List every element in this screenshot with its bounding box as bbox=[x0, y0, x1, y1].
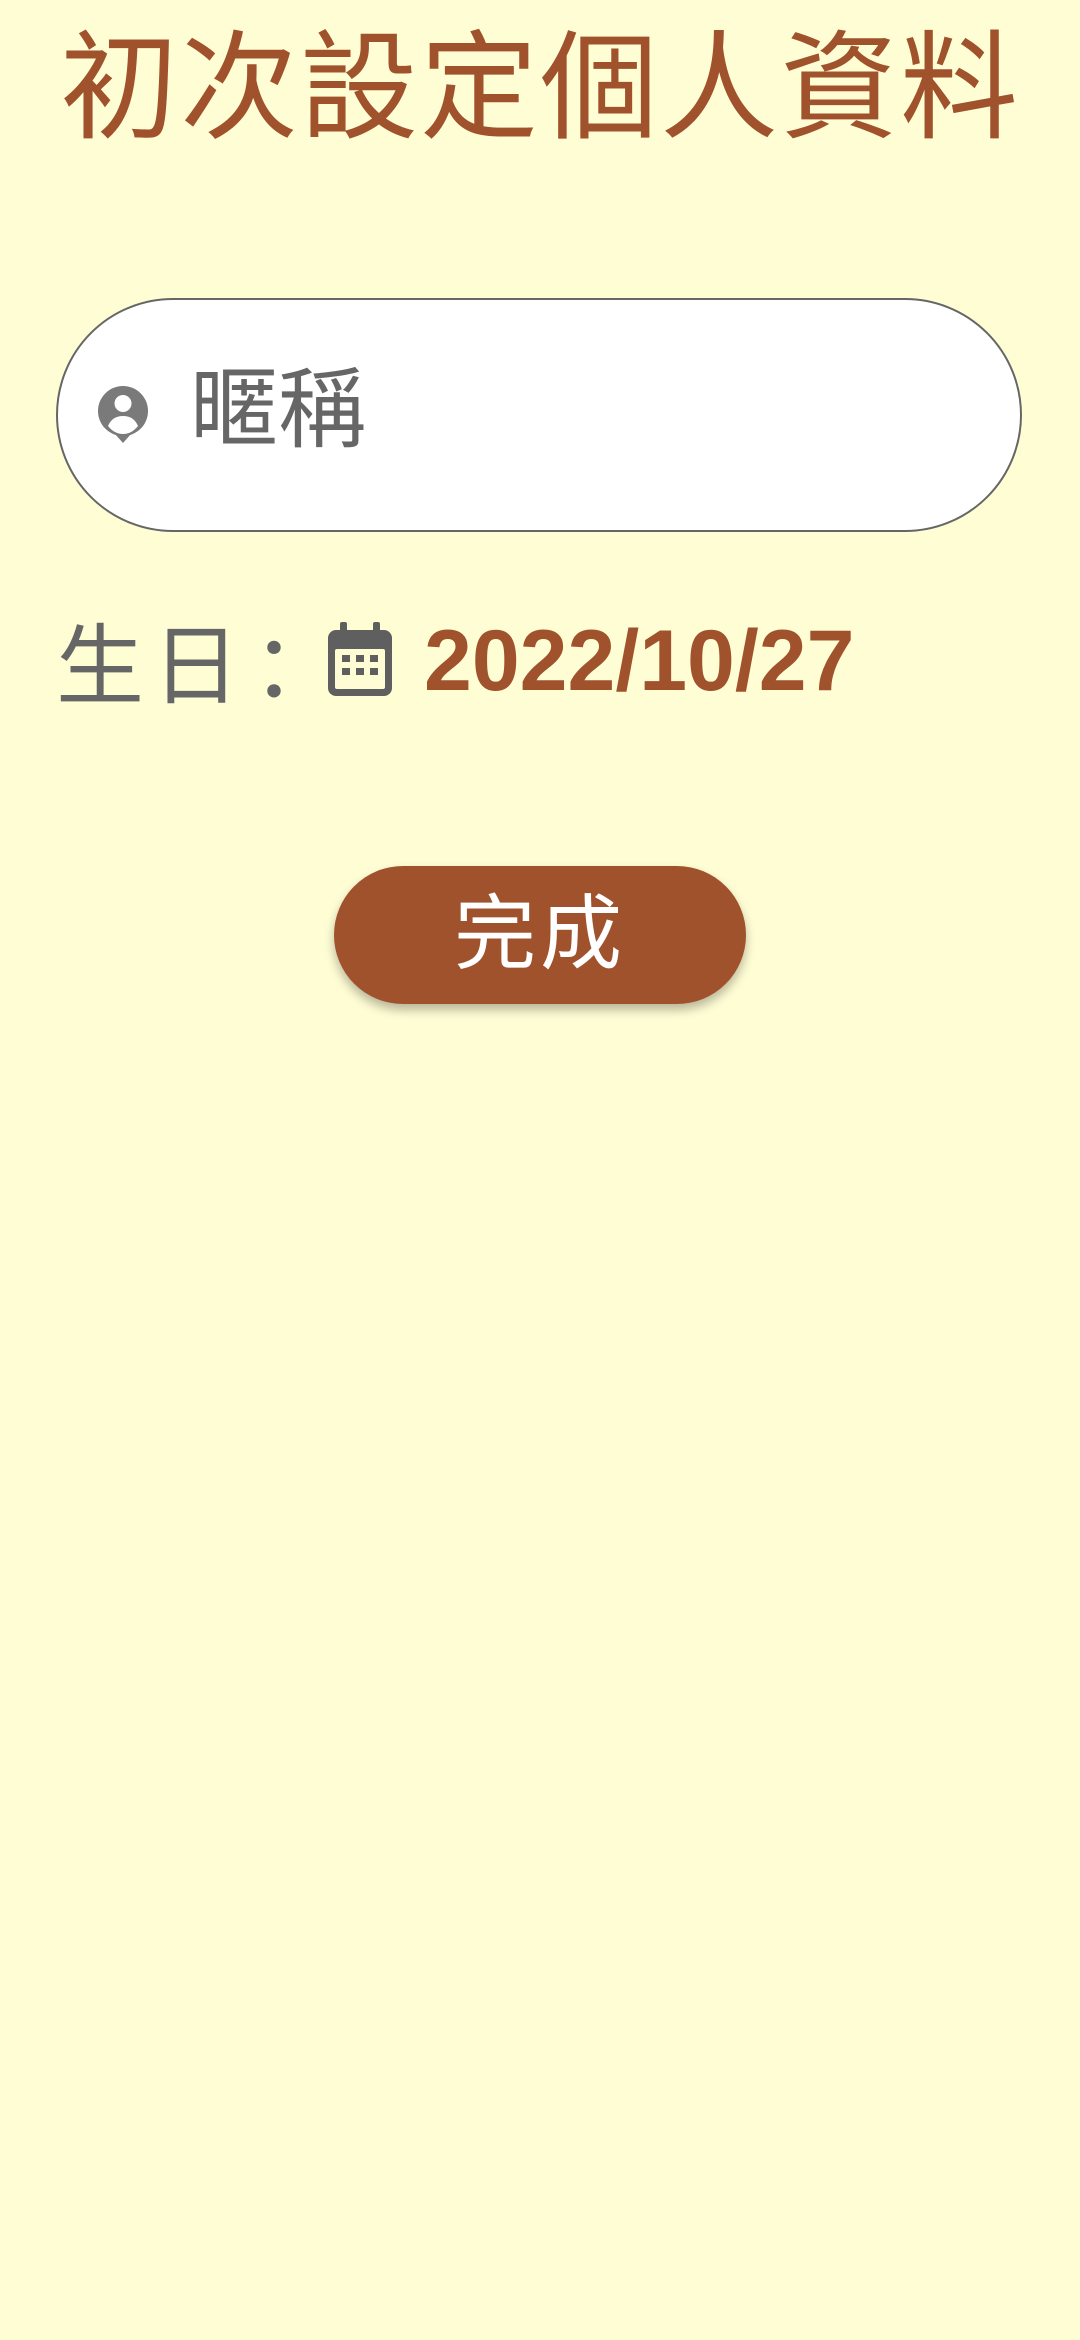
nickname-input[interactable]: 暱稱 bbox=[56, 298, 1022, 532]
birthday-label: 生日 bbox=[56, 615, 249, 718]
done-button[interactable]: 完成 bbox=[334, 866, 746, 1004]
birthday-date-value[interactable]: 2022/10/27 bbox=[424, 606, 854, 716]
calendar-icon[interactable] bbox=[328, 622, 392, 696]
nickname-placeholder: 暱稱 bbox=[190, 358, 367, 461]
page-title: 初次設定個人資料 bbox=[59, 19, 1020, 157]
birthday-colon: ： bbox=[252, 615, 341, 718]
account-circle-icon bbox=[96, 384, 150, 444]
